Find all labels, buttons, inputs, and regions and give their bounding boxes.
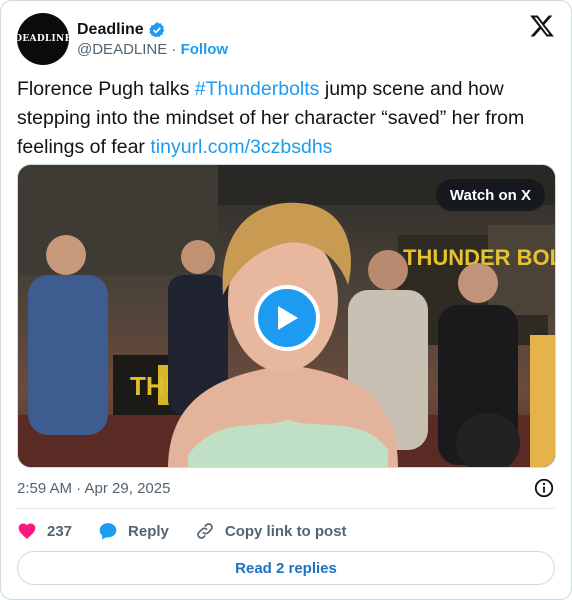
read-replies-button[interactable]: Read 2 replies bbox=[17, 551, 555, 585]
reply-button[interactable]: Reply bbox=[98, 521, 169, 541]
like-count: 237 bbox=[47, 522, 73, 540]
url-link[interactable]: tinyurl.com/3czbsdhs bbox=[150, 136, 332, 158]
video-player[interactable]: THU THUNDER BOLTS Watch on X bbox=[17, 164, 556, 468]
handle-row: @DEADLINE · Follow bbox=[77, 41, 228, 58]
tweet-text: Florence Pugh talks #Thunderbolts jump s… bbox=[17, 75, 557, 162]
x-logo-icon[interactable] bbox=[529, 13, 555, 39]
avatar-logo-text: DEADLINE bbox=[14, 34, 72, 44]
copy-link-button[interactable]: Copy link to post bbox=[195, 521, 347, 541]
reply-label: Reply bbox=[128, 522, 169, 540]
verified-badge-icon bbox=[148, 21, 164, 37]
link-icon bbox=[197, 523, 213, 539]
divider bbox=[17, 508, 555, 509]
avatar[interactable]: DEADLINE bbox=[14, 13, 72, 65]
watch-on-x-button[interactable]: Watch on X bbox=[435, 179, 545, 211]
tweet-embed-card: DEADLINE Deadline @DEADLINE · Follow Flo… bbox=[0, 0, 572, 600]
play-icon bbox=[278, 306, 298, 330]
timestamp[interactable]: 2:59 AM · Apr 29, 2025 bbox=[17, 480, 170, 497]
copy-link-label: Copy link to post bbox=[224, 522, 347, 540]
action-bar: 237 Reply Copy link to post bbox=[17, 517, 555, 545]
name-row: Deadline bbox=[77, 21, 228, 39]
timestamp-row: 2:59 AM · Apr 29, 2025 bbox=[17, 477, 555, 499]
like-button[interactable]: 237 bbox=[17, 521, 72, 541]
follow-button[interactable]: Follow bbox=[181, 41, 229, 58]
display-name[interactable]: Deadline bbox=[77, 21, 144, 39]
info-icon[interactable] bbox=[533, 477, 555, 499]
separator: · bbox=[171, 40, 177, 58]
heart-icon bbox=[18, 523, 36, 539]
tweet-text-part-1: Florence Pugh talks bbox=[17, 78, 195, 100]
reply-bubble-icon bbox=[99, 523, 117, 540]
tweet-header: DEADLINE Deadline @DEADLINE · Follow bbox=[14, 13, 555, 65]
hashtag-link[interactable]: #Thunderbolts bbox=[195, 78, 320, 100]
play-button[interactable] bbox=[254, 285, 320, 351]
author-names: Deadline @DEADLINE · Follow bbox=[77, 21, 228, 58]
handle[interactable]: @DEADLINE bbox=[77, 41, 167, 58]
